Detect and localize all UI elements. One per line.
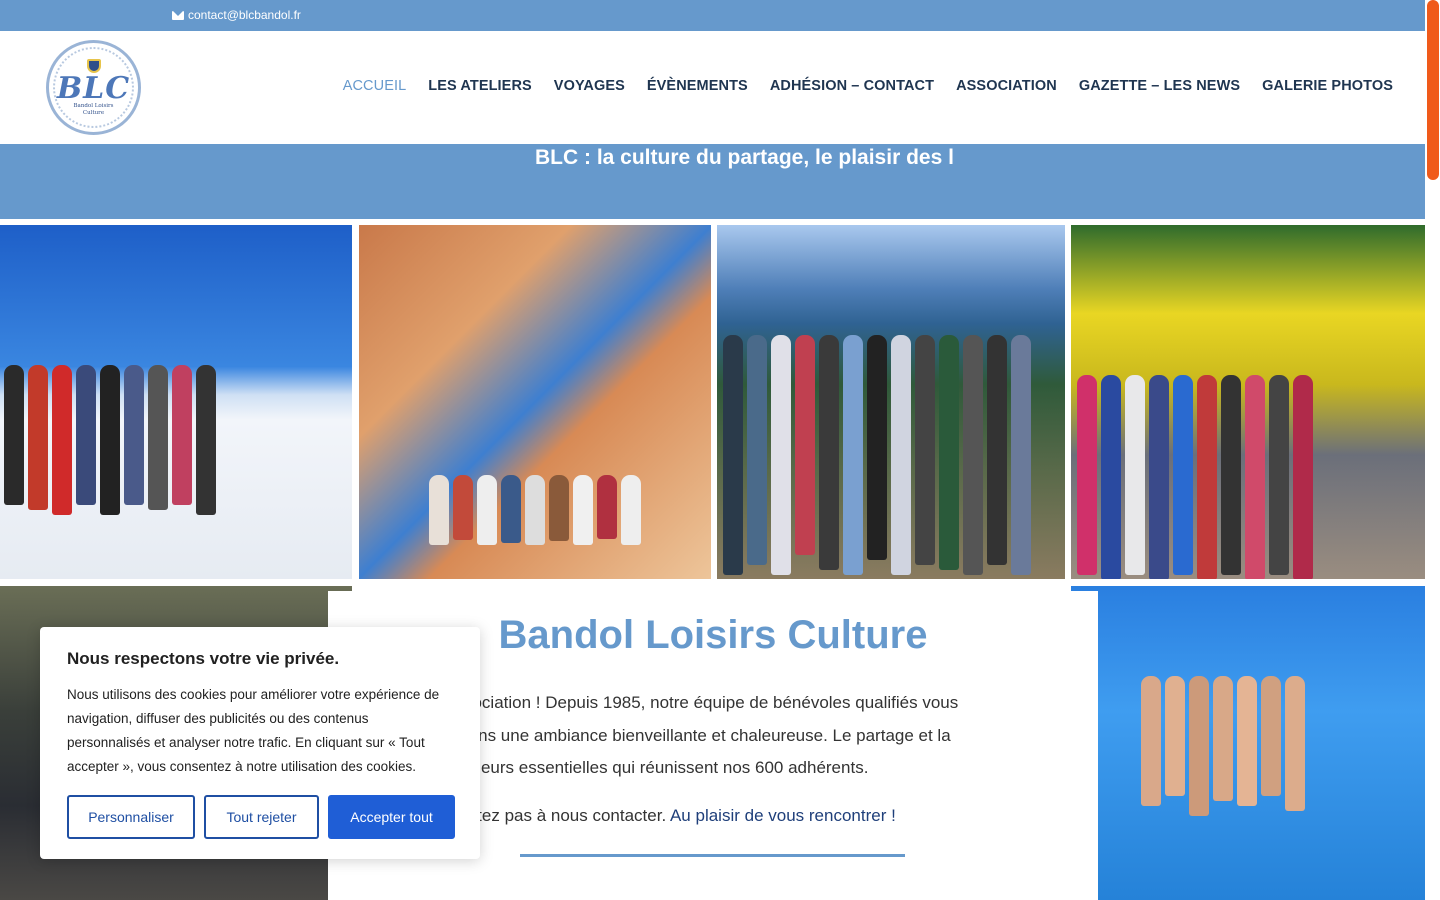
nav-item-association[interactable]: ASSOCIATION	[956, 78, 1057, 94]
photo-desert-arch	[359, 225, 711, 579]
photo-coast-hikers	[717, 225, 1065, 579]
reject-all-button[interactable]: Tout rejeter	[204, 795, 319, 839]
site-logo[interactable]: BLC Bandol Loisirs Culture	[46, 40, 141, 135]
nav-item-voyages[interactable]: VOYAGES	[554, 78, 625, 94]
cookie-title: Nous respectons votre vie privée.	[67, 649, 340, 668]
logo-subtitle-2: Culture	[82, 109, 105, 116]
contact-link[interactable]: Au plaisir de vous rencontrer !	[670, 806, 896, 825]
contact-email-link[interactable]: contact@blcbandol.fr	[172, 8, 301, 22]
nav-item-accueil[interactable]: ACCUEIL	[343, 78, 407, 94]
accept-all-button[interactable]: Accepter tout	[328, 795, 455, 839]
photo-swimming-pool	[1071, 586, 1425, 900]
cookie-text: Nous utilisons des cookies pour améliore…	[67, 687, 440, 774]
site-header: BLC Bandol Loisirs Culture ACCUEIL LES A…	[0, 31, 1425, 144]
cookie-consent-banner: Nous respectons votre vie privée. Nous u…	[40, 627, 480, 859]
page-scrollbar[interactable]	[1425, 0, 1440, 900]
contact-email: contact@blcbandol.fr	[188, 8, 301, 22]
crest-icon	[86, 58, 101, 73]
nav-item-gazette[interactable]: GAZETTE – LES NEWS	[1079, 78, 1240, 94]
customize-button[interactable]: Personnaliser	[67, 795, 195, 839]
nav-item-ateliers[interactable]: LES ATELIERS	[428, 78, 532, 94]
section-divider	[520, 854, 905, 857]
nav-item-evenements[interactable]: ÉVÈNEMENTS	[647, 78, 748, 94]
tagline-band: BLC : la culture du partage, le plaisir …	[0, 144, 1425, 219]
scrollbar-thumb[interactable]	[1427, 0, 1439, 180]
nav-item-adhesion-contact[interactable]: ADHÉSION – CONTACT	[770, 78, 934, 94]
tagline: BLC : la culture du partage, le plaisir …	[535, 146, 954, 169]
photo-ski-group	[0, 225, 352, 579]
logo-letters: BLC	[56, 70, 131, 106]
photo-cyclists	[1071, 225, 1425, 579]
envelope-icon	[172, 10, 184, 20]
page: contact@blcbandol.fr BLC Bandol Loisirs …	[0, 0, 1440, 900]
top-bar: contact@blcbandol.fr	[0, 0, 1425, 31]
logo-subtitle-1: Bandol Loisirs	[73, 102, 114, 109]
cookie-buttons: Personnaliser Tout rejeter Accepter tout	[67, 795, 455, 839]
nav-item-galerie-photos[interactable]: GALERIE PHOTOS	[1262, 78, 1393, 94]
main-nav: ACCUEIL LES ATELIERS VOYAGES ÉVÈNEMENTS …	[343, 78, 1393, 94]
